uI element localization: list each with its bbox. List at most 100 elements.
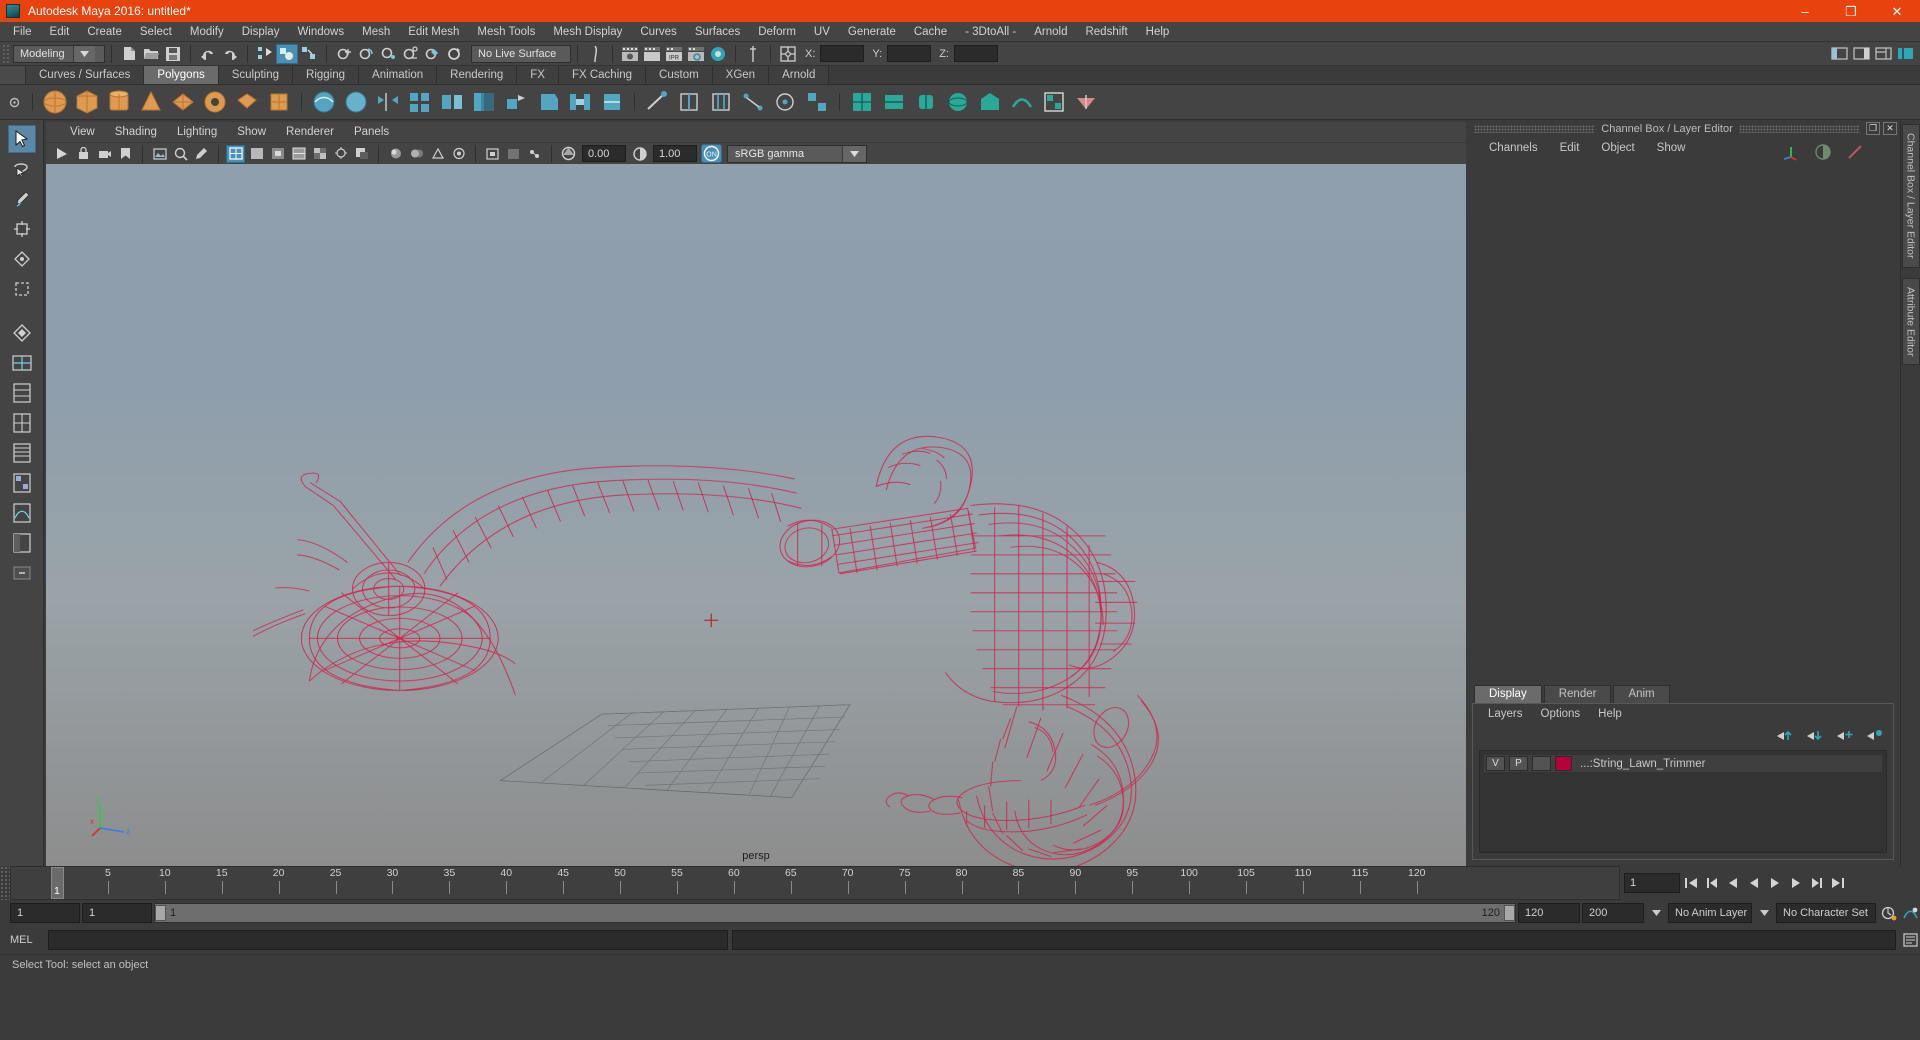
four-view-layout-icon[interactable] (777, 44, 799, 64)
snap-grid-icon[interactable] (333, 44, 355, 64)
select-camera-icon[interactable] (53, 145, 72, 163)
character-set-field[interactable]: No Character Set (1776, 903, 1876, 923)
go-to-start-icon[interactable] (1681, 873, 1701, 893)
wireframe-on-shaded-icon[interactable] (289, 145, 308, 163)
menu-item-3dtoall[interactable]: - 3DtoAll - (956, 22, 1025, 42)
snap-view-plane-icon[interactable] (399, 44, 421, 64)
viewport-menu-renderer[interactable]: Renderer (276, 126, 344, 138)
range-slider-left-handle[interactable] (155, 905, 166, 921)
menu-item-mesh[interactable]: Mesh (353, 22, 399, 42)
smooth-tool-icon[interactable] (341, 87, 371, 117)
render-sequence-icon[interactable] (641, 44, 663, 64)
toggle-panels-icon[interactable] (742, 44, 764, 64)
layout-hypershade-icon[interactable] (8, 469, 36, 497)
range-start-alt-field[interactable]: 1 (82, 903, 152, 923)
vertical-tab-channel-box[interactable]: Channel Box / Layer Editor (1901, 124, 1920, 268)
channel-menu-channels[interactable]: Channels (1478, 142, 1549, 154)
half-circle-icon[interactable] (1814, 143, 1832, 161)
range-end-field[interactable]: 120 (1518, 903, 1580, 923)
menu-item-edit[interactable]: Edit (41, 22, 79, 42)
smooth-shade-selected-icon[interactable] (268, 145, 287, 163)
hypershade-icon[interactable] (707, 44, 729, 64)
shelf-tab-menu-icon[interactable] (0, 66, 26, 84)
poly-plane-icon[interactable] (168, 87, 198, 117)
combine-mesh-icon[interactable] (405, 87, 435, 117)
maximize-button[interactable]: ❐ (1828, 0, 1874, 22)
auto-keyframe-icon[interactable] (1878, 903, 1898, 923)
playback-end-field[interactable]: 200 (1582, 903, 1644, 923)
offset-edge-loop-icon[interactable] (706, 87, 736, 117)
menu-item-mesh-display[interactable]: Mesh Display (544, 22, 631, 42)
uv-planar-icon[interactable] (879, 87, 909, 117)
scale-tool-icon[interactable] (8, 275, 36, 303)
shelf-tab-polygons[interactable]: Polygons (144, 66, 219, 84)
open-scene-icon[interactable] (140, 44, 162, 64)
universal-manip-icon[interactable] (8, 319, 36, 347)
script-editor-icon[interactable] (1900, 930, 1920, 950)
move-tool-icon[interactable] (8, 215, 36, 243)
move-layer-down-icon[interactable] (1806, 729, 1823, 742)
play-backwards-icon[interactable] (1744, 873, 1764, 893)
two-d-pan-zoom-icon[interactable] (171, 145, 190, 163)
layer-color-swatch[interactable] (1555, 756, 1572, 771)
smooth-shade-all-icon[interactable] (247, 145, 266, 163)
separate-mesh-icon[interactable] (437, 87, 467, 117)
camera-attributes-icon[interactable] (95, 145, 114, 163)
menu-item-generate[interactable]: Generate (839, 22, 905, 42)
viewport-menu-shading[interactable]: Shading (105, 126, 167, 138)
playback-options-icon[interactable] (1646, 903, 1666, 923)
shelf-tab-animation[interactable]: Animation (359, 66, 438, 84)
uv-editor-icon[interactable] (847, 87, 877, 117)
bridge-icon[interactable] (565, 87, 595, 117)
motion-blur-icon[interactable] (407, 145, 426, 163)
menu-item-file[interactable]: File (4, 22, 41, 42)
select-object-icon[interactable] (276, 43, 298, 64)
poly-cone-icon[interactable] (136, 87, 166, 117)
lock-camera-icon[interactable] (74, 145, 93, 163)
layer-tab-anim[interactable]: Anim (1613, 685, 1670, 703)
render-current-frame-icon[interactable] (619, 44, 641, 64)
range-slider-right-handle[interactable] (1504, 905, 1515, 921)
animation-preferences-icon[interactable] (1900, 903, 1920, 923)
history-toggle-icon[interactable] (584, 44, 606, 64)
depth-of-field-icon[interactable] (449, 145, 468, 163)
image-plane-icon[interactable] (150, 145, 169, 163)
use-all-lights-icon[interactable] (331, 145, 350, 163)
paint-select-tool-icon[interactable] (8, 185, 36, 213)
manipulator-axes-icon[interactable] (1782, 143, 1800, 161)
anim-layer-field[interactable]: No Anim Layer (1668, 903, 1752, 923)
layer-menu-layers[interactable]: Layers (1479, 708, 1532, 720)
minimize-button[interactable]: – (1782, 0, 1828, 22)
menu-item-display[interactable]: Display (233, 22, 289, 42)
snap-together-icon[interactable] (443, 44, 465, 64)
show-hide-sidebar-icon[interactable] (1828, 44, 1850, 64)
shelf-tab-fx-caching[interactable]: FX Caching (558, 66, 647, 84)
menu-item-curves[interactable]: Curves (631, 22, 685, 42)
magnet-snap-icon[interactable] (421, 44, 443, 64)
red-slash-icon[interactable] (1846, 143, 1864, 161)
menu-item-mesh-tools[interactable]: Mesh Tools (468, 22, 544, 42)
rotate-tool-icon[interactable] (8, 245, 36, 273)
step-back-key-icon[interactable] (1702, 873, 1722, 893)
save-scene-icon[interactable] (162, 44, 184, 64)
menu-item-edit-mesh[interactable]: Edit Mesh (399, 22, 468, 42)
ipr-render-icon[interactable]: IPR (663, 44, 685, 64)
shelf-tab-rendering[interactable]: Rendering (437, 66, 518, 84)
layout-more-icon[interactable] (8, 559, 36, 587)
uv-spherical-icon[interactable] (943, 87, 973, 117)
channel-menu-object[interactable]: Object (1590, 142, 1645, 154)
shelf-tab-xgen[interactable]: XGen (712, 66, 770, 84)
show-hide-channel-box-icon[interactable] (1872, 44, 1894, 64)
lasso-tool-icon[interactable] (8, 155, 36, 183)
add-selected-to-layer-icon[interactable] (1866, 729, 1883, 742)
shelf-tab-sculpting[interactable]: Sculpting (218, 66, 294, 84)
layer-shading-toggle[interactable] (1532, 756, 1551, 771)
exposure-icon[interactable] (559, 145, 578, 163)
extrude-icon[interactable] (501, 87, 531, 117)
layer-visibility-toggle[interactable]: V (1486, 756, 1505, 771)
vertical-tab-attribute-editor[interactable]: Attribute Editor (1901, 277, 1920, 365)
layout-persp-outliner-icon[interactable] (8, 529, 36, 557)
insert-edge-loop-icon[interactable] (674, 87, 704, 117)
multi-cut-icon[interactable] (642, 87, 672, 117)
layout-single-icon[interactable] (8, 349, 36, 377)
